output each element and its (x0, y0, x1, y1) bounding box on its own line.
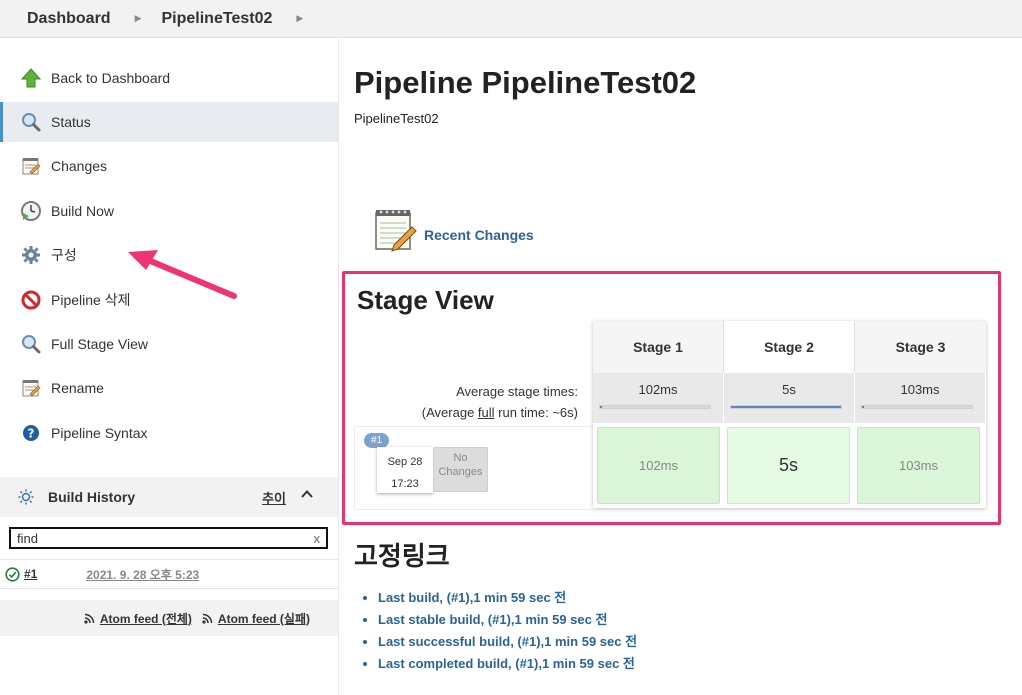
build-history-header: Build History 추이 (0, 477, 338, 517)
chevron-up-icon[interactable] (300, 487, 314, 504)
permalink-last-build[interactable]: Last build, (#1),1 min 59 sec 전 (378, 588, 637, 610)
sidebar-item-label: Pipeline 삭제 (51, 292, 131, 308)
sidebar-item-status[interactable]: Status (0, 102, 338, 142)
stage-view-title: Stage View (357, 285, 494, 315)
rss-icon (84, 613, 95, 624)
atom-feed-failed-label: Atom feed (실패) (217, 611, 310, 626)
stage-avg-bar-fill (731, 406, 841, 408)
sidebar-item-back-to-dashboard[interactable]: Back to Dashboard (0, 58, 338, 98)
stage-avg-bar-fill (600, 406, 603, 408)
build-date-link[interactable]: 2021. 9. 28 오후 5:23 (86, 566, 199, 583)
magnifier-icon (20, 333, 42, 355)
stage-header-2: Stage 2 (724, 321, 855, 373)
sidebar: Back to Dashboard Status Changes Build N… (0, 39, 339, 695)
stage-avg-value: 102ms (638, 382, 678, 397)
no-changes-card[interactable]: No Changes (433, 447, 488, 492)
avg-full-suffix: run time: ~6s) (494, 405, 578, 420)
recent-changes-link[interactable]: Recent Changes (372, 207, 534, 253)
build-history-search-input[interactable]: find x (9, 527, 328, 549)
build-history-row[interactable]: #1 2021. 9. 28 오후 5:23 (0, 559, 338, 589)
sidebar-item-label: Pipeline Syntax (51, 425, 148, 441)
sidebar-item-build-now[interactable]: Build Now (0, 191, 338, 231)
build-history-title: Build History (48, 489, 136, 505)
stage-avg-value: 5s (782, 382, 796, 397)
job-description: PipelineTest02 (354, 111, 439, 126)
main-panel: Pipeline PipelineTest02 PipelineTest02 R… (340, 39, 1022, 695)
gear-icon (20, 244, 42, 266)
magnifier-icon (20, 111, 42, 133)
run-date: Sep 28 (387, 456, 423, 468)
sidebar-item-label: Rename (51, 380, 104, 396)
notepad-icon (372, 207, 418, 253)
notepad-icon (20, 377, 42, 399)
build-history-trend-link[interactable]: 추이 (262, 488, 286, 507)
avg-full-prefix: (Average (421, 405, 478, 420)
stage-run-cell-3[interactable]: 103ms (857, 427, 980, 504)
up-arrow-icon (20, 67, 42, 89)
page-title: Pipeline PipelineTest02 (354, 65, 697, 100)
permalink-last-completed-build[interactable]: Last completed build, (#1),1 min 59 sec … (378, 654, 637, 676)
sidebar-item-label: Changes (51, 158, 108, 174)
stage-avg-bar (730, 405, 842, 409)
no-changes-line2: Changes (438, 466, 483, 478)
no-changes-line1: No (453, 452, 468, 464)
sidebar-item-label: Build Now (51, 203, 115, 219)
help-icon: ? (20, 422, 42, 444)
stage-avg-bar (861, 405, 973, 409)
no-entry-icon (20, 289, 42, 311)
stage-avg-3: 103ms (855, 373, 986, 423)
breadcrumb: Dashboard ▶ PipelineTest02 ▶ (0, 0, 1022, 38)
sidebar-item-pipeline-syntax[interactable]: ? Pipeline Syntax (0, 413, 338, 453)
stage-run-cell-1[interactable]: 102ms (597, 427, 720, 504)
stage-avg-2: 5s (724, 373, 855, 423)
annotation-arrow-icon (128, 250, 237, 299)
breadcrumb-dashboard[interactable]: Dashboard (27, 10, 111, 28)
average-full-run-time: (Average full run time: ~6s) (422, 405, 578, 420)
rss-icon (202, 613, 213, 624)
sidebar-item-label: Back to Dashboard (51, 70, 171, 86)
build-history-sun-icon (18, 489, 34, 505)
breadcrumb-chevron-icon[interactable]: ▶ (135, 13, 142, 24)
stage-header-1: Stage 1 (593, 321, 724, 373)
clear-search-icon[interactable]: x (314, 531, 321, 546)
run-time: 17:23 (391, 478, 419, 490)
sidebar-item-label: Status (51, 114, 91, 130)
clock-play-icon (20, 200, 42, 222)
sidebar-item-rename[interactable]: Rename (0, 368, 338, 408)
build-history-search-value: find (17, 530, 38, 546)
stage-avg-value: 103ms (900, 382, 940, 397)
avg-full-word[interactable]: full (478, 405, 495, 420)
stage-avg-1: 102ms (593, 373, 724, 423)
permalink-last-successful-build[interactable]: Last successful build, (#1),1 min 59 sec… (378, 632, 637, 654)
atom-feed-all-link[interactable]: Atom feed (전체) (84, 610, 192, 627)
permalinks-list: Last build, (#1),1 min 59 sec 전 Last sta… (378, 588, 637, 676)
permalink-last-stable-build[interactable]: Last stable build, (#1),1 min 59 sec 전 (378, 610, 637, 632)
run-badge[interactable]: #1 (364, 433, 389, 448)
stage-avg-bar (599, 405, 711, 409)
recent-changes-label: Recent Changes (424, 227, 534, 243)
permalinks-title: 고정링크 (354, 541, 450, 571)
success-check-icon (5, 566, 20, 582)
breadcrumb-chevron-icon[interactable]: ▶ (296, 13, 303, 24)
atom-feed-failed-link[interactable]: Atom feed (실패) (202, 610, 310, 627)
svg-text:?: ? (28, 427, 35, 441)
sidebar-item-full-stage-view[interactable]: Full Stage View (0, 324, 338, 364)
stage-view-panel: Stage View Average stage times: (Average… (342, 271, 1001, 525)
sidebar-item-label: 구성 (51, 247, 77, 263)
notepad-icon (20, 155, 42, 177)
run-label: #1 Sep 28 17:23 No Changes (354, 426, 591, 510)
build-history-feeds: Atom feed (전체) Atom feed (실패) (0, 600, 338, 636)
average-stage-times-label: Average stage times: (456, 384, 578, 399)
stage-grid: Stage 1 Stage 2 Stage 3 102ms 5s 103ms 1… (593, 321, 986, 508)
atom-feed-all-label: Atom feed (전체) (99, 611, 192, 626)
stage-header-3: Stage 3 (855, 321, 986, 373)
sidebar-item-changes[interactable]: Changes (0, 146, 338, 186)
build-number-link[interactable]: #1 (24, 567, 37, 581)
run-date-card[interactable]: Sep 28 17:23 (377, 447, 433, 493)
sidebar-item-label: Full Stage View (51, 336, 149, 352)
breadcrumb-job[interactable]: PipelineTest02 (162, 10, 273, 28)
stage-avg-bar-fill (862, 406, 865, 408)
stage-run-cell-2[interactable]: 5s (727, 427, 850, 504)
